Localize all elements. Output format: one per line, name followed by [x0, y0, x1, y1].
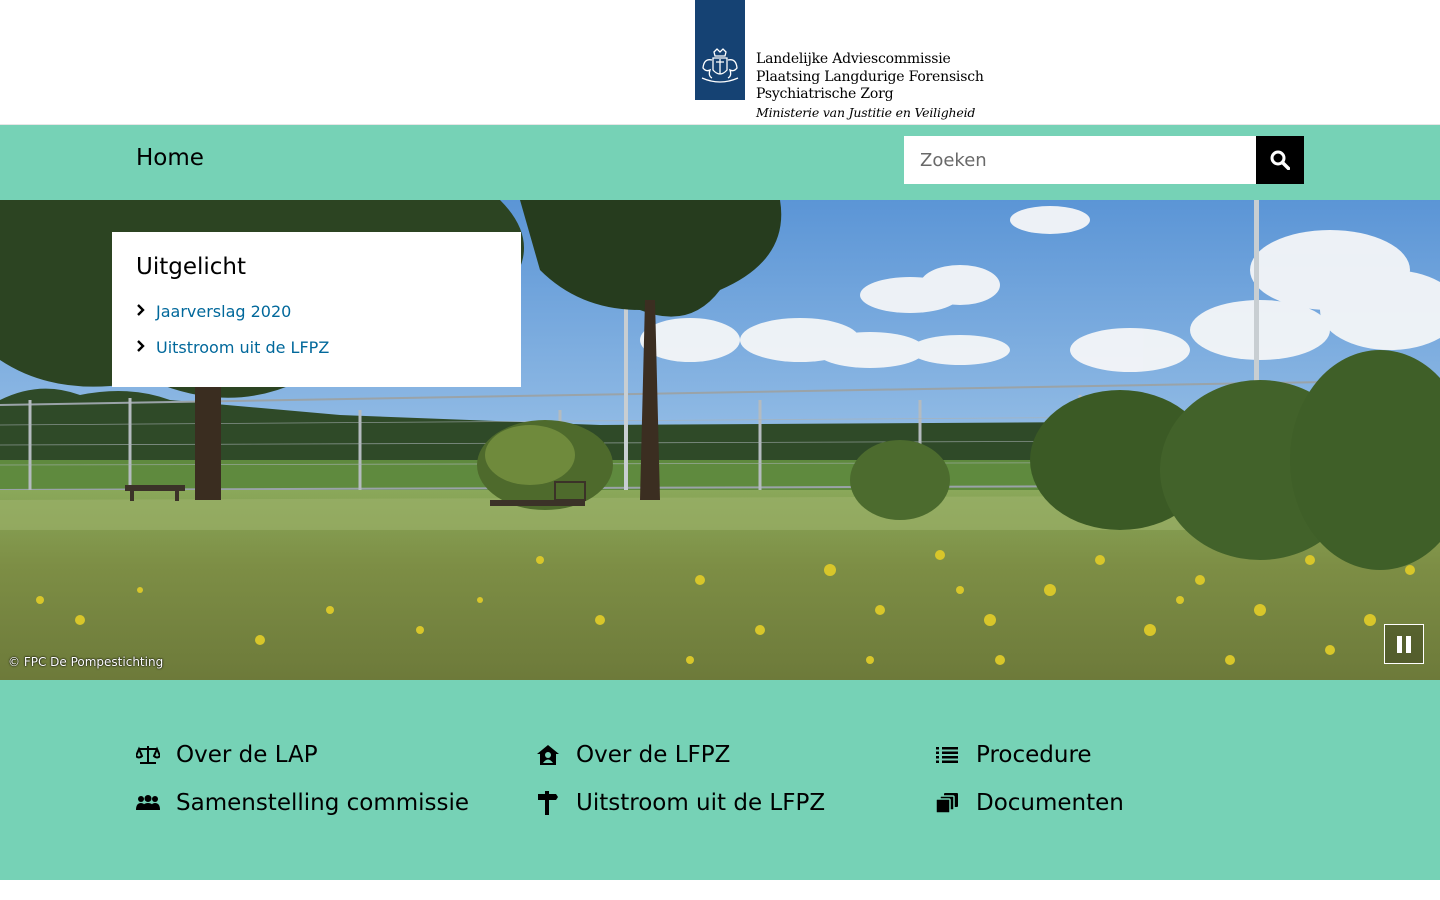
coat-of-arms-icon: [701, 48, 739, 83]
featured-item: Uitstroom uit de LFPZ: [136, 338, 329, 374]
pause-icon-bar: [1406, 636, 1411, 653]
link-label: Over de LFPZ: [576, 742, 731, 768]
carousel-pause-button[interactable]: [1384, 624, 1424, 664]
link-uitstroom-uit-de-lfpz[interactable]: Uitstroom uit de LFPZ: [536, 790, 825, 816]
ministry-name: Ministerie van Justitie en Veiligheid: [756, 104, 976, 120]
link-label: Over de LAP: [176, 742, 318, 768]
group-icon: [136, 790, 176, 816]
chevron-right-icon: [136, 302, 156, 321]
link-label: Documenten: [976, 790, 1124, 816]
footer-strip: [0, 880, 1440, 900]
link-label: Procedure: [976, 742, 1092, 768]
featured-box: Uitgelicht Jaarverslag 2020 Uitstroom ui…: [112, 232, 521, 387]
link-procedure[interactable]: Procedure: [936, 742, 1092, 768]
featured-link-uitstroom[interactable]: Uitstroom uit de LFPZ: [156, 338, 329, 357]
documents-icon: [936, 790, 976, 816]
featured-link-jaarverslag[interactable]: Jaarverslag 2020: [156, 302, 291, 321]
quick-links: Over de LAP Over de LFPZ Procedure Samen…: [0, 680, 1440, 880]
featured-item: Jaarverslag 2020: [136, 302, 329, 338]
link-documenten[interactable]: Documenten: [936, 790, 1124, 816]
logo-text: Landelijke Adviescommissie Plaatsing Lan…: [756, 51, 984, 121]
search-button[interactable]: [1256, 136, 1304, 184]
search-input[interactable]: [904, 136, 1256, 184]
list-icon: [936, 742, 976, 768]
featured-title: Uitgelicht: [136, 254, 247, 280]
main-navigation: Home: [0, 125, 1440, 200]
logo-line-1: Landelijke Adviescommissie: [756, 51, 951, 67]
logo-line-2: Plaatsing Langdurige Forensisch: [756, 68, 984, 85]
link-label: Uitstroom uit de LFPZ: [576, 790, 826, 816]
photo-credit: © FPC De Pompestichting: [8, 655, 164, 669]
signpost-icon: [536, 790, 576, 816]
link-over-de-lfpz[interactable]: Over de LFPZ: [536, 742, 730, 768]
logo-line-3: Psychiatrische Zorg: [756, 86, 894, 102]
link-label: Samenstelling commissie: [176, 790, 470, 816]
hero-carousel: Uitgelicht Jaarverslag 2020 Uitstroom ui…: [0, 200, 1440, 680]
pause-icon: [1397, 636, 1402, 653]
chevron-right-icon: [136, 338, 156, 357]
search-icon: [1270, 150, 1290, 170]
featured-list: Jaarverslag 2020 Uitstroom uit de LFPZ: [136, 302, 329, 374]
logo-ribbon: [695, 0, 745, 100]
scales-icon: [136, 742, 176, 768]
nav-home-link[interactable]: Home: [136, 145, 204, 171]
site-header: Landelijke Adviescommissie Plaatsing Lan…: [0, 0, 1440, 125]
link-samenstelling-commissie[interactable]: Samenstelling commissie: [136, 790, 469, 816]
link-over-de-lap[interactable]: Over de LAP: [136, 742, 318, 768]
house-person-icon: [536, 742, 576, 768]
